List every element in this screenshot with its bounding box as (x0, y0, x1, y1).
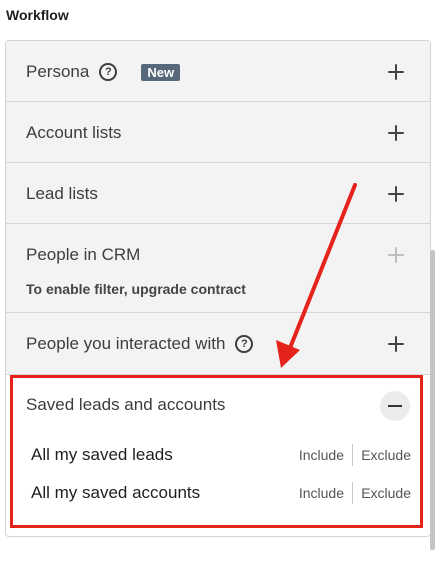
minus-icon[interactable] (380, 391, 410, 421)
filter-row-people-in-crm: People in CRM To enable filter, upgrade … (6, 224, 430, 313)
filter-label: People in CRM (26, 245, 141, 264)
scrollbar[interactable] (430, 250, 435, 550)
exclude-button[interactable]: Exclude (361, 447, 411, 463)
filter-row-people-interacted[interactable]: People you interacted with ? (6, 313, 430, 375)
plus-icon[interactable] (388, 125, 404, 141)
plus-icon[interactable] (388, 64, 404, 80)
filter-label: People you interacted with (26, 334, 226, 353)
filter-label: Persona (26, 62, 90, 81)
plus-icon[interactable] (388, 336, 404, 352)
upgrade-note: To enable filter, upgrade contract (26, 281, 246, 297)
saved-item-leads: All my saved leads Include Exclude (31, 444, 411, 467)
divider (352, 482, 353, 504)
question-circle-icon[interactable]: ? (235, 335, 254, 353)
saved-item-accounts: All my saved accounts Include Exclude (31, 482, 411, 505)
new-badge: New (141, 63, 181, 81)
filter-label: Lead lists (26, 184, 98, 203)
divider (352, 444, 353, 466)
exclude-button[interactable]: Exclude (361, 485, 411, 501)
filter-label: Saved leads and accounts (26, 395, 226, 414)
plus-icon (388, 247, 404, 263)
include-button[interactable]: Include (299, 485, 344, 501)
filter-row-persona[interactable]: Persona ? New (6, 41, 430, 102)
filter-row-saved-leads-accounts: Saved leads and accounts All my saved le… (6, 375, 430, 536)
saved-item-name: All my saved leads (31, 445, 173, 464)
include-button[interactable]: Include (299, 447, 344, 463)
filter-row-lead-lists[interactable]: Lead lists (6, 163, 430, 224)
question-circle-icon[interactable]: ? (99, 63, 118, 81)
filter-row-account-lists[interactable]: Account lists (6, 102, 430, 163)
filter-label: Account lists (26, 123, 122, 142)
filter-panel: Persona ? New Account lists Lead lists P… (5, 40, 431, 537)
saved-item-name: All my saved accounts (31, 483, 201, 502)
section-title: Workflow (6, 7, 69, 23)
plus-icon[interactable] (388, 186, 404, 202)
